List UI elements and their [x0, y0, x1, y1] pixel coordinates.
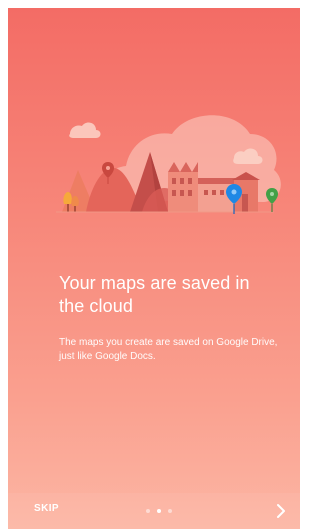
cloud-landscape-illustration [56, 115, 281, 214]
page-dot [168, 509, 172, 513]
skip-button[interactable]: SKIP [34, 503, 59, 514]
chevron-right-icon[interactable] [272, 502, 290, 520]
onboarding-title: Your maps are saved in the cloud [59, 273, 250, 316]
onboarding-screen: Your maps are saved in the cloud The map… [8, 8, 300, 529]
page-dot [146, 509, 150, 513]
page-dot-active [157, 509, 161, 513]
small-cloud-left [69, 122, 101, 138]
tree-yellow [63, 192, 72, 204]
page-indicator [146, 508, 172, 514]
onboarding-description: The maps you create are saved on Google … [59, 337, 278, 362]
onboarding-nav-bar: SKIP [8, 493, 300, 529]
